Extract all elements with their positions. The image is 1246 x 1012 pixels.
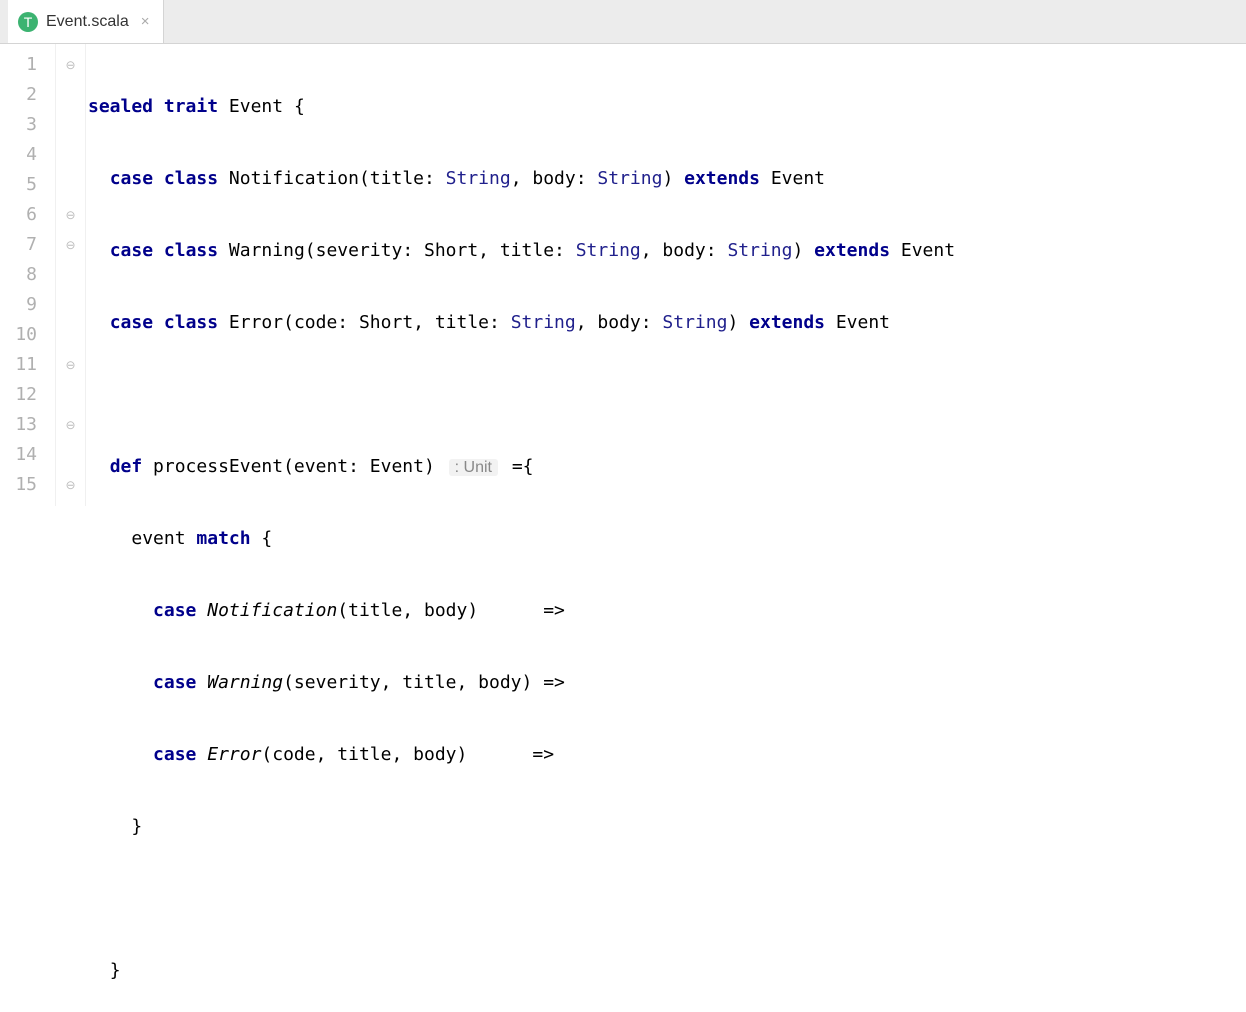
line-number: 10 [0,320,55,350]
line-number: 2 [0,80,55,110]
line-number: 5 [0,170,55,200]
line-number: 4 [0,140,55,170]
code-area[interactable]: sealed trait Event { case class Notifica… [86,44,1246,506]
code-line[interactable]: sealed trait Event { [86,92,1246,122]
code-line[interactable] [86,380,1246,410]
line-number: 12 [0,380,55,410]
line-number: 9 [0,290,55,320]
code-line[interactable]: event match { [86,524,1246,554]
code-line[interactable]: } [86,956,1246,986]
fold-marker [56,380,85,410]
fold-marker [56,260,85,290]
line-number-gutter: 1 2 3 4 5 6 7 8 9 10 11 12 13 14 15 [0,44,56,506]
code-line[interactable]: def processEvent(event: Event) : Unit ={ [86,452,1246,482]
code-line[interactable]: case Error(code, title, body) => [86,740,1246,770]
fold-gutter: ⊖ ⊖ ⊖ ⊖ ⊖ ⊖ [56,44,86,506]
code-line[interactable] [86,884,1246,914]
tab-bar: T Event.scala × [0,0,1246,44]
fold-marker[interactable]: ⊖ [56,470,85,500]
code-line[interactable]: case class Warning(severity: Short, titl… [86,236,1246,266]
line-number: 13 [0,410,55,440]
code-line[interactable]: } [86,812,1246,842]
fold-marker[interactable]: ⊖ [56,410,85,440]
line-number: 11 [0,350,55,380]
line-number: 6 [0,200,55,230]
fold-marker[interactable]: ⊖ [56,200,85,230]
code-editor[interactable]: 1 2 3 4 5 6 7 8 9 10 11 12 13 14 15 ⊖ ⊖ … [0,44,1246,506]
editor-tab[interactable]: T Event.scala × [8,0,164,43]
close-icon[interactable]: × [137,13,154,30]
code-line[interactable]: case Warning(severity, title, body) => [86,668,1246,698]
code-line[interactable]: case class Notification(title: String, b… [86,164,1246,194]
type-hint: : Unit [449,459,498,476]
tab-filename: Event.scala [46,13,129,31]
fold-marker [56,320,85,350]
fold-marker [56,140,85,170]
line-number: 15 [0,470,55,500]
line-number: 1 [0,50,55,80]
line-number: 7 [0,230,55,260]
fold-marker [56,440,85,470]
code-line[interactable]: case Notification(title, body) => [86,596,1246,626]
line-number: 8 [0,260,55,290]
code-line[interactable]: case class Error(code: Short, title: Str… [86,308,1246,338]
line-number: 14 [0,440,55,470]
file-type-icon: T [18,12,38,32]
fold-marker [56,290,85,320]
fold-marker [56,80,85,110]
fold-marker[interactable]: ⊖ [56,350,85,380]
fold-marker[interactable]: ⊖ [56,230,85,260]
fold-marker [56,170,85,200]
line-number: 3 [0,110,55,140]
fold-marker [56,110,85,140]
fold-marker[interactable]: ⊖ [56,50,85,80]
